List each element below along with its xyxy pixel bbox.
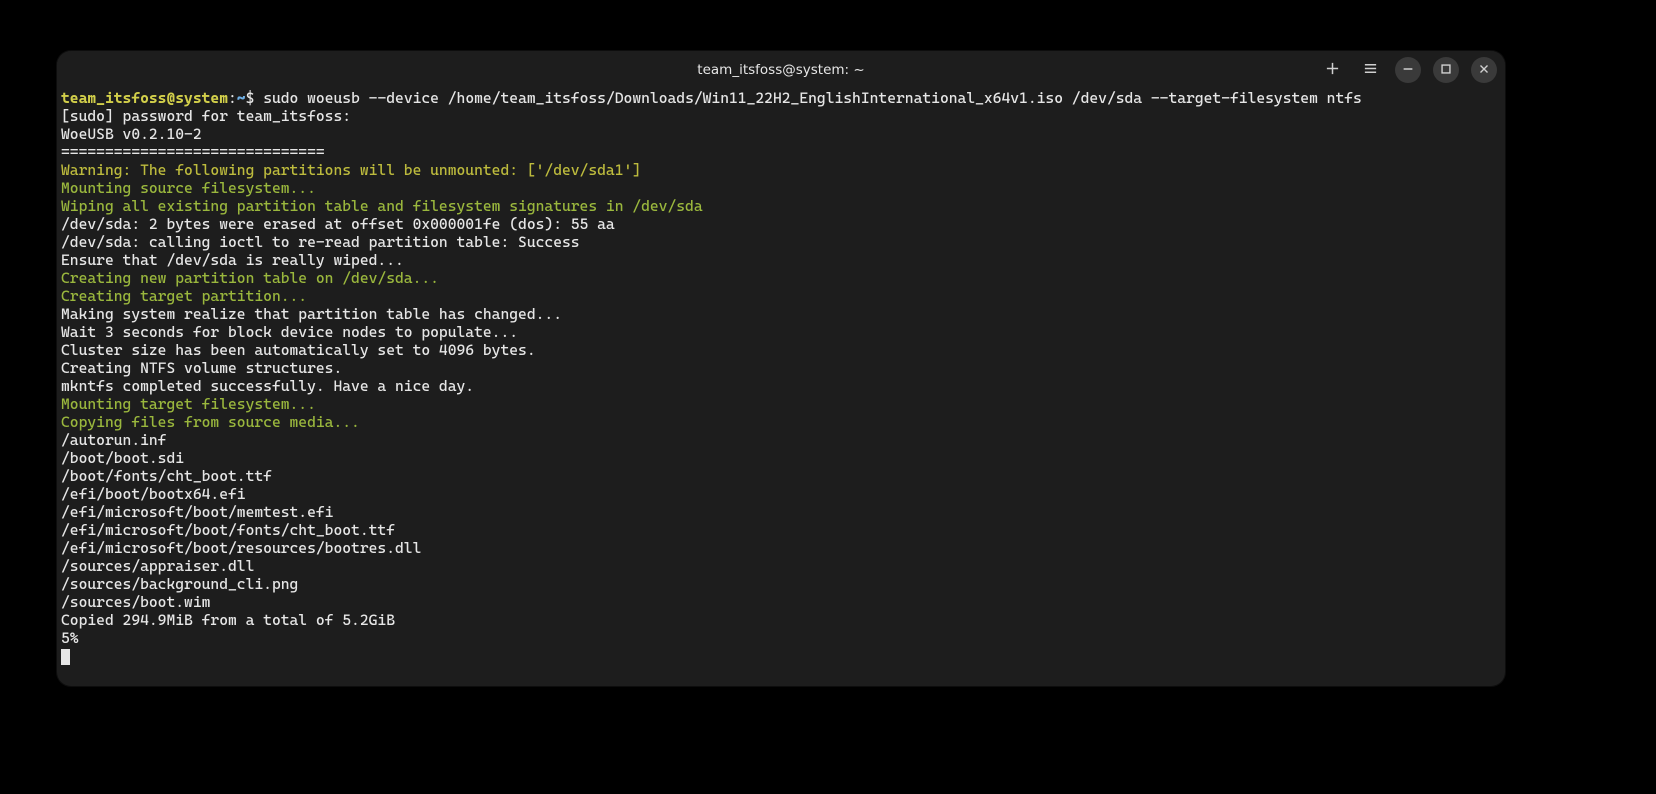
- output-line: Creating NTFS volume structures.: [61, 359, 342, 377]
- output-line: /dev/sda: calling ioctl to re-read parti…: [61, 233, 580, 251]
- window-controls: [1319, 51, 1497, 89]
- output-line: /efi/microsoft/boot/resources/bootres.dl…: [61, 539, 421, 557]
- output-line: WoeUSB v0.2.10-2: [61, 125, 202, 143]
- output-line: /boot/fonts/cht_boot.ttf: [61, 467, 272, 485]
- hamburger-icon: [1363, 61, 1378, 79]
- output-line: /boot/boot.sdi: [61, 449, 184, 467]
- output-line: [sudo] password for team_itsfoss:: [61, 107, 351, 125]
- output-line-progress: 5%: [61, 629, 79, 647]
- output-line: Wait 3 seconds for block device nodes to…: [61, 323, 518, 341]
- prompt-command: sudo woeusb --device /home/team_itsfoss/…: [263, 89, 1362, 107]
- output-line: /sources/background_cli.png: [61, 575, 298, 593]
- close-icon: [1477, 62, 1491, 79]
- new-tab-button[interactable]: [1319, 57, 1345, 83]
- output-line-status: Mounting source filesystem...: [61, 179, 316, 197]
- prompt-user-host: team_itsfoss@system: [61, 89, 228, 107]
- menu-button[interactable]: [1357, 57, 1383, 83]
- minimize-button[interactable]: [1395, 57, 1421, 83]
- output-line: /efi/microsoft/boot/fonts/cht_boot.ttf: [61, 521, 395, 539]
- output-line: /sources/appraiser.dll: [61, 557, 254, 575]
- terminal-output: team_itsfoss@system:~$ sudo woeusb --dev…: [61, 89, 1501, 665]
- output-line: Ensure that /dev/sda is really wiped...: [61, 251, 404, 269]
- maximize-icon: [1439, 62, 1453, 79]
- output-line: /efi/boot/bootx64.efi: [61, 485, 246, 503]
- output-line-status: Mounting target filesystem...: [61, 395, 316, 413]
- output-line-status: Copying files from source media...: [61, 413, 360, 431]
- output-line-status: Wiping all existing partition table and …: [61, 197, 703, 215]
- plus-icon: [1325, 61, 1340, 79]
- prompt-path: ~: [237, 89, 246, 107]
- close-button[interactable]: [1471, 57, 1497, 83]
- output-line: mkntfs completed successfully. Have a ni…: [61, 377, 474, 395]
- output-line: /dev/sda: 2 bytes were erased at offset …: [61, 215, 615, 233]
- output-line-status: Creating new partition table on /dev/sda…: [61, 269, 439, 287]
- output-line-status: Creating target partition...: [61, 287, 307, 305]
- output-line: Cluster size has been automatically set …: [61, 341, 536, 359]
- prompt-dollar: $: [246, 89, 255, 107]
- terminal-body[interactable]: team_itsfoss@system:~$ sudo woeusb --dev…: [57, 89, 1505, 686]
- titlebar: team_itsfoss@system: ~: [57, 51, 1505, 89]
- output-line: ==============================: [61, 143, 325, 161]
- output-line: Copied 294.9MiB from a total of 5.2GiB: [61, 611, 395, 629]
- output-line: Making system realize that partition tab…: [61, 305, 562, 323]
- terminal-cursor: [61, 649, 70, 665]
- maximize-button[interactable]: [1433, 57, 1459, 83]
- output-line: /autorun.inf: [61, 431, 166, 449]
- output-line: /sources/boot.wim: [61, 593, 210, 611]
- terminal-window: team_itsfoss@system: ~: [57, 51, 1505, 686]
- output-line-warning: Warning: The following partitions will b…: [61, 161, 641, 179]
- prompt-sep: :: [228, 89, 237, 107]
- minimize-icon: [1401, 62, 1415, 79]
- window-title: team_itsfoss@system: ~: [697, 62, 864, 78]
- output-line: /efi/microsoft/boot/memtest.efi: [61, 503, 333, 521]
